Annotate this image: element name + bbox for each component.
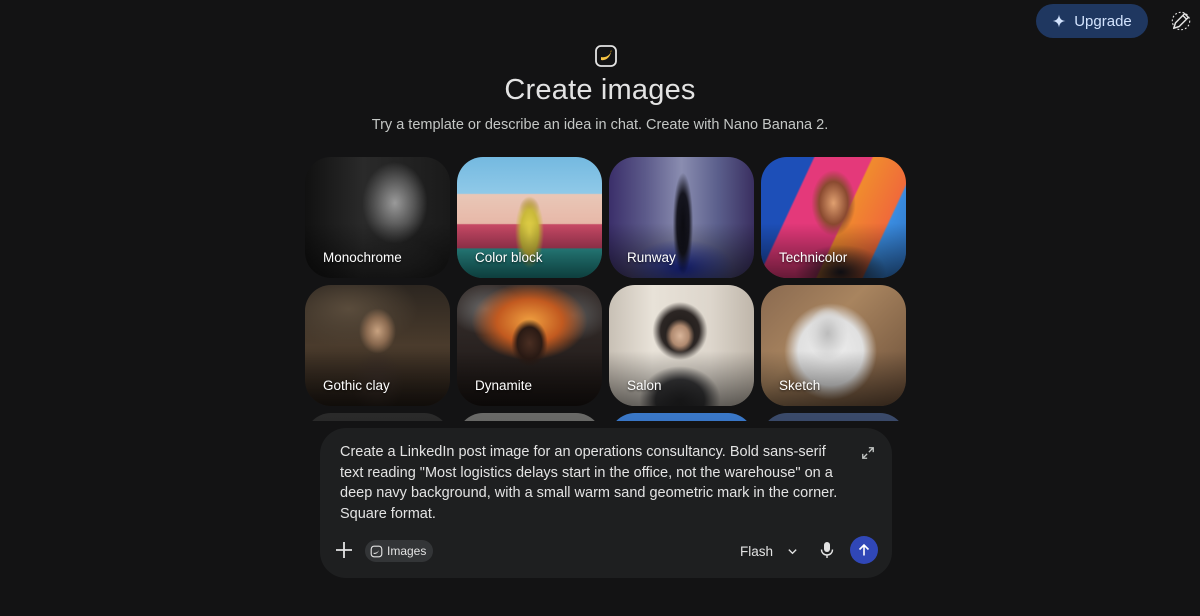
template-label: Sketch <box>779 378 821 393</box>
banana-image-icon <box>595 45 617 67</box>
page-title: Create images <box>504 74 696 106</box>
template-label: Salon <box>627 378 662 393</box>
template-tile-partial[interactable] <box>761 413 906 421</box>
prompt-input[interactable]: Create a LinkedIn post image for an oper… <box>340 442 845 524</box>
upgrade-button[interactable]: Upgrade <box>1036 4 1148 38</box>
template-label: Color block <box>475 250 543 265</box>
images-icon <box>370 545 383 557</box>
template-tile-partial[interactable] <box>609 413 754 421</box>
template-label: Gothic clay <box>323 378 390 393</box>
template-tile-partial[interactable] <box>305 413 450 421</box>
send-arrow-icon <box>858 543 870 556</box>
template-label: Runway <box>627 250 676 265</box>
template-sketch[interactable]: Sketch <box>761 285 906 406</box>
mic-icon[interactable] <box>819 541 835 559</box>
prompt-composer: Create a LinkedIn post image for an oper… <box>320 428 892 578</box>
model-label: Flash <box>740 543 774 559</box>
template-dynamite[interactable]: Dynamite <box>457 285 602 406</box>
template-technicolor[interactable]: Technicolor <box>761 157 906 278</box>
template-monochrome[interactable]: Monochrome <box>305 157 450 278</box>
template-tile-partial[interactable] <box>457 413 602 421</box>
template-runway[interactable]: Runway <box>609 157 754 278</box>
sparkle-icon <box>1052 14 1066 28</box>
upgrade-label: Upgrade <box>1074 12 1132 30</box>
template-label: Dynamite <box>475 378 533 393</box>
page-subtitle: Try a template or describe an idea in ch… <box>371 117 829 133</box>
new-chat-edit-icon[interactable] <box>1170 10 1192 32</box>
template-color-block[interactable]: Color block <box>457 157 602 278</box>
template-gothic-clay[interactable]: Gothic clay <box>305 285 450 406</box>
images-tool-chip[interactable]: Images <box>365 540 434 562</box>
template-label: Technicolor <box>779 250 848 265</box>
template-label: Monochrome <box>323 250 402 265</box>
template-salon[interactable]: Salon <box>609 285 754 406</box>
images-chip-label: Images <box>387 544 427 558</box>
template-grid: Monochrome Color block Runway Technicolo… <box>305 157 907 421</box>
model-selector[interactable]: Flash <box>740 540 798 562</box>
plus-icon[interactable] <box>334 540 354 560</box>
send-button[interactable] <box>850 536 878 564</box>
expand-icon[interactable] <box>861 446 875 460</box>
chevron-down-icon <box>788 548 797 554</box>
